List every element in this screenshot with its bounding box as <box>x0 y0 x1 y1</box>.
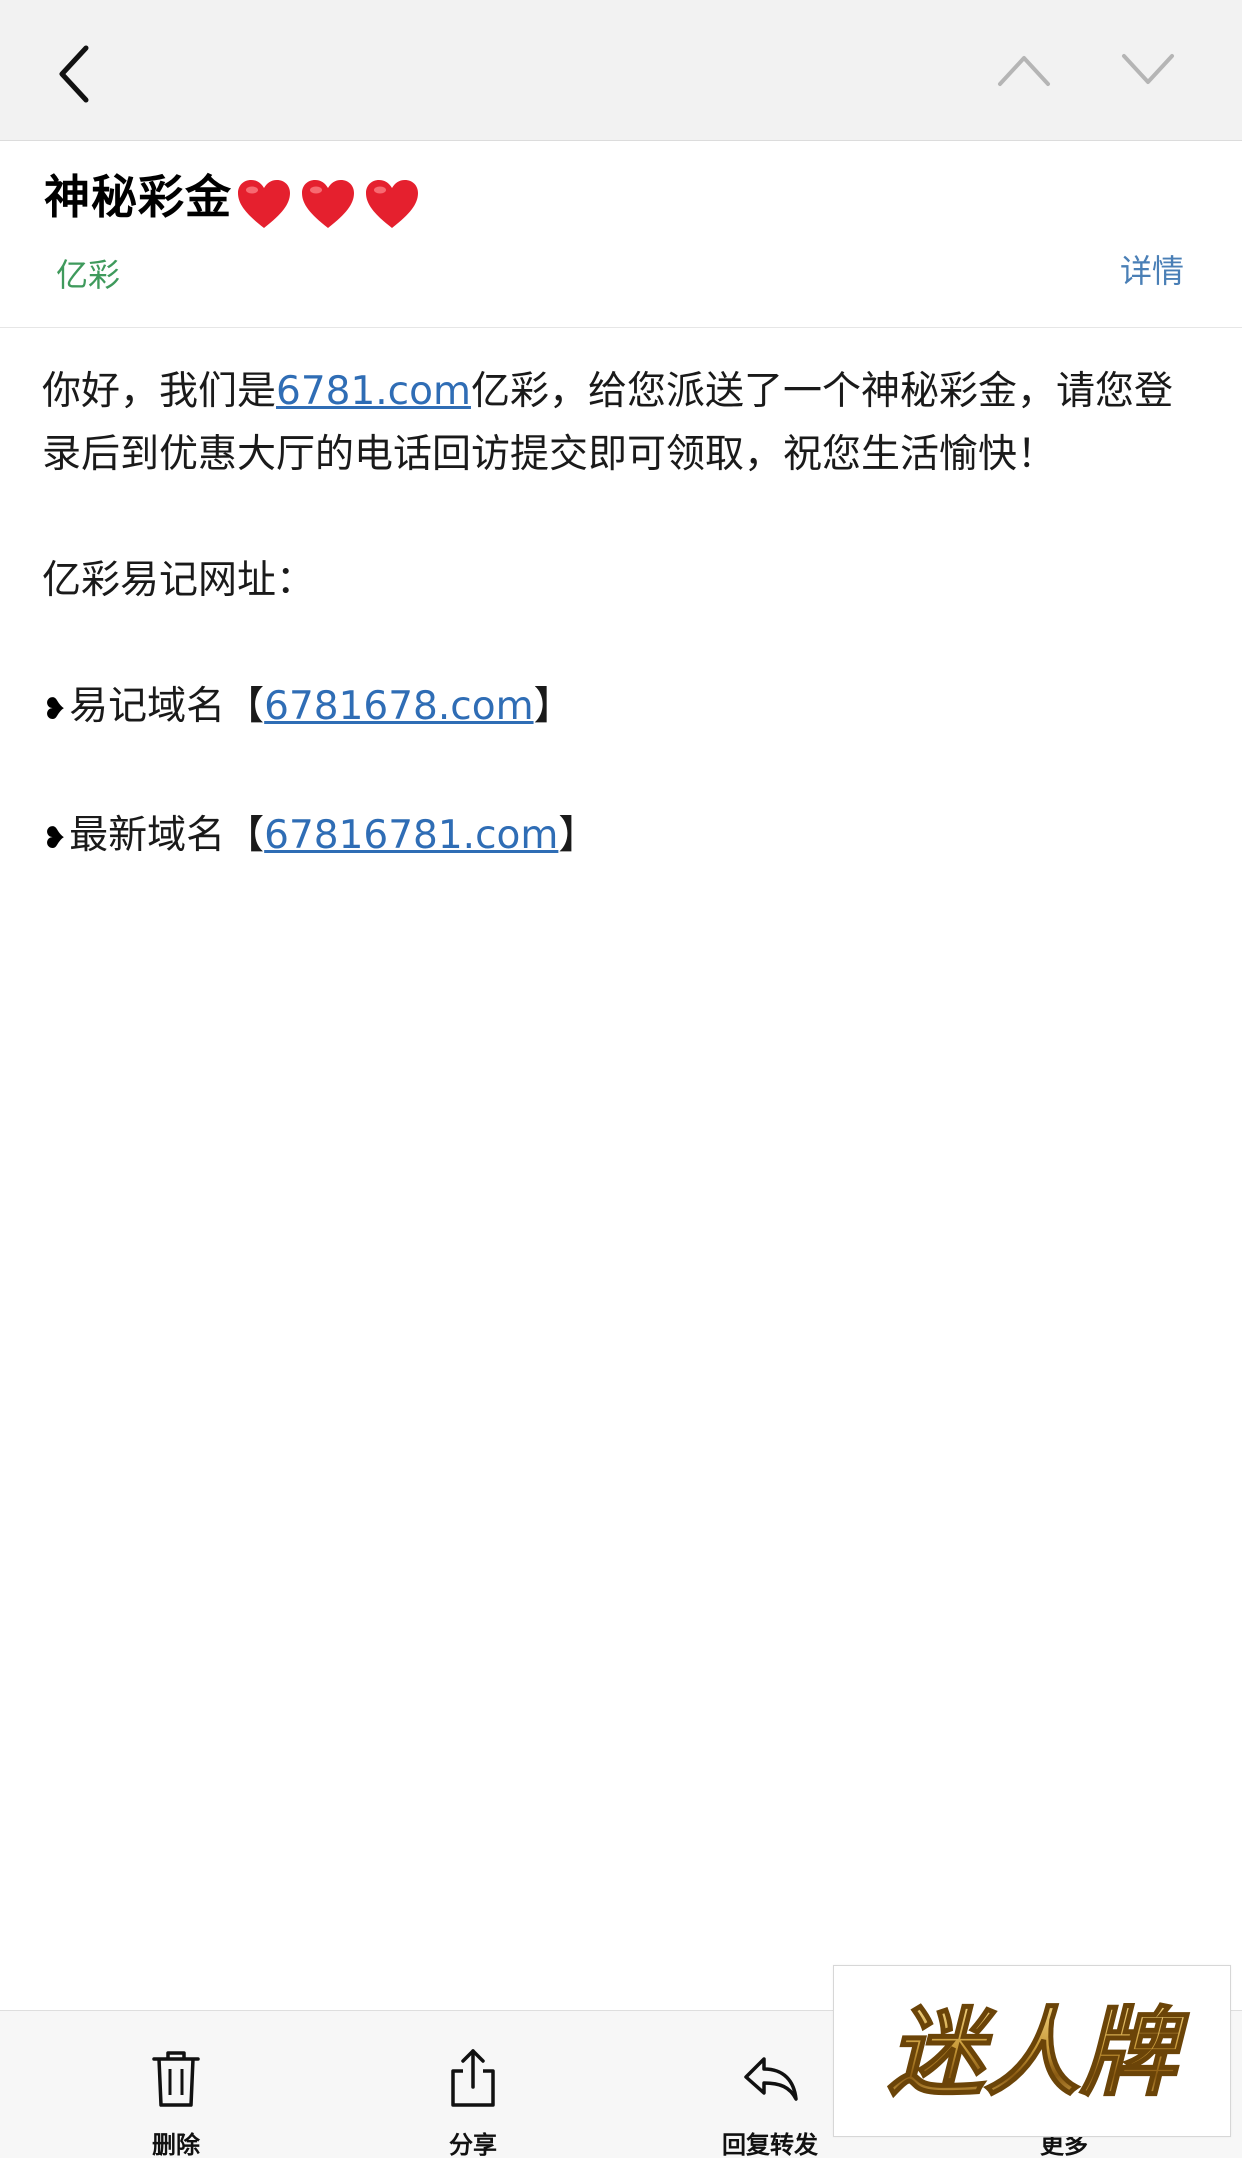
bullet-icon: ❥ <box>42 692 68 727</box>
chevron-down-icon <box>1122 54 1174 84</box>
chevron-left-icon <box>59 45 89 103</box>
domain-link[interactable]: 67816781.com <box>264 813 558 858</box>
next-mail-button[interactable] <box>1120 50 1176 90</box>
watermark-logo-graphic: 迷人牌 <box>887 1996 1190 2110</box>
share-label: 分享 <box>449 2131 497 2159</box>
delete-label: 删除 <box>152 2131 200 2159</box>
share-icon <box>451 2049 495 2107</box>
bracket-open: 【 <box>225 813 265 858</box>
heart-icon <box>300 178 356 230</box>
watermark-text: 迷人牌 <box>888 1997 1189 2109</box>
mail-subject: 神秘彩金 <box>44 167 428 231</box>
top-nav-bar <box>0 0 1242 141</box>
bracket-close: 】 <box>558 813 598 858</box>
domain-label: 最新域名 <box>69 813 226 858</box>
subject-text: 神秘彩金 <box>44 170 232 224</box>
bracket-open: 【 <box>225 684 265 729</box>
back-button[interactable] <box>52 42 100 106</box>
bullet-icon: ❥ <box>42 821 68 856</box>
bracket-close: 】 <box>533 684 573 729</box>
reply-icon <box>744 2057 798 2101</box>
details-link[interactable]: 详情 <box>1120 249 1184 293</box>
greeting-paragraph: 你好，我们是6781.com亿彩，给您派送了一个神秘彩金，请您登录后到优惠大厅的… <box>42 360 1202 486</box>
domain-label: 易记域名 <box>69 684 226 729</box>
heart-icon <box>236 178 292 230</box>
mail-header: 神秘彩金 亿彩 详情 <box>0 141 1242 328</box>
reply-forward-button[interactable]: 回复转发 <box>690 2047 850 2160</box>
share-button[interactable]: 分享 <box>393 2047 553 2160</box>
domain-link[interactable]: 6781678.com <box>264 684 533 729</box>
trash-icon <box>152 2051 200 2107</box>
greeting-prefix: 你好，我们是 <box>42 369 277 414</box>
url-heading: 亿彩易记网址： <box>42 558 316 603</box>
mail-body: 你好，我们是6781.com亿彩，给您派送了一个神秘彩金，请您登录后到优惠大厅的… <box>42 360 1202 870</box>
sender-name[interactable]: 亿彩 <box>56 253 120 297</box>
reply-forward-label: 回复转发 <box>722 2131 818 2159</box>
site-link[interactable]: 6781.com <box>276 369 471 414</box>
heart-icon <box>364 178 420 230</box>
chevron-up-icon <box>998 56 1050 86</box>
domain-line-latest: ❥最新域名【67816781.com】 <box>42 804 1202 870</box>
delete-button[interactable]: 删除 <box>96 2047 256 2160</box>
domain-line-easy: ❥易记域名【6781678.com】 <box>42 675 1202 741</box>
previous-mail-button[interactable] <box>996 50 1052 90</box>
subject-emoji-group <box>236 171 428 231</box>
watermark-logo: 迷人牌 <box>833 1965 1231 2137</box>
